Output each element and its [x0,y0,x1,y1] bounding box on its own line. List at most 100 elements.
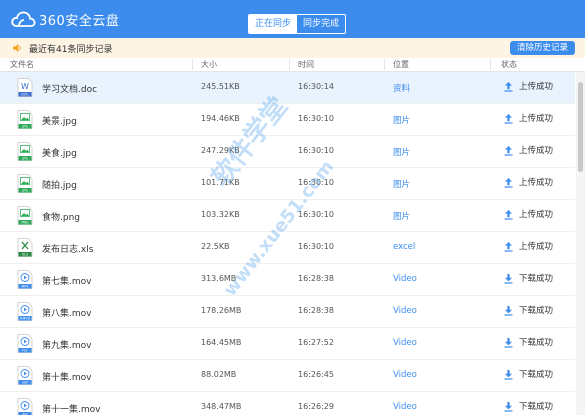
svg-text:JPG: JPG [21,125,28,129]
sync-status: 上传成功 [503,240,553,252]
download-icon [504,401,513,412]
sync-tabs: 正在同步 同步完成 [248,14,347,34]
app-name: 360安全云盘 [39,13,120,29]
file-location-link[interactable]: 图片 [393,210,410,222]
table-row[interactable]: JPG 随拍.jpg 101.71KB 16:30:10 图片 上传成功 [0,168,575,200]
column-header-name[interactable]: 文件名 [10,59,34,70]
status-text: 上传成功 [519,210,554,220]
sync-time: 16:30:10 [298,114,334,123]
file-name: 第十集.mov [42,373,92,383]
sync-status: 上传成功 [503,112,553,124]
file-name: 学习文档.doc [42,85,98,95]
file-size: 348.47MB [201,402,242,411]
sync-status: 上传成功 [503,176,553,188]
file-location-link[interactable]: 图片 [393,146,410,158]
sync-status: 下载成功 [503,272,553,284]
sync-time: 16:30:10 [298,210,334,219]
sync-time: 16:30:10 [298,146,334,155]
status-text: 下载成功 [519,274,554,284]
file-name: 食物.png [42,213,80,223]
table-row[interactable]: 3GP 第十集.mov 88.02MB 16:26:45 Video 下载成功 [0,360,575,392]
file-location-link[interactable]: excel [393,242,415,252]
scrollbar-thumb[interactable] [578,82,583,172]
file-size: 103.32KB [201,210,240,219]
file-location-link[interactable]: Video [393,306,417,316]
file-name: 发布日志.xls [42,245,94,255]
sync-status: 上传成功 [503,208,553,220]
download-icon [504,369,513,380]
img-file-icon: JPG [17,174,33,193]
clear-history-button[interactable]: 清除历史记录 [509,41,575,55]
column-divider [384,59,385,70]
status-text: 上传成功 [519,178,554,188]
file-size: 178.26MB [201,306,242,315]
download-icon [504,337,513,348]
table-header: 文件名 大小 时间 位置 状态 [0,58,585,72]
download-icon [504,273,513,284]
file-size: 313.6MB [201,274,237,283]
file-name: 第十一集.mov [42,405,101,415]
download-icon [504,305,513,316]
sync-time: 16:30:10 [298,178,334,187]
status-text: 下载成功 [519,306,554,316]
video-file-icon: FLV [17,334,33,353]
file-location-link[interactable]: Video [393,274,417,284]
sync-time: 16:27:52 [298,338,334,347]
file-name: 美景.jpg [42,117,77,127]
video-file-icon: MP4 [17,270,33,289]
scrollbar[interactable] [576,72,585,415]
cloud-logo-icon [11,11,36,27]
sync-time: 16:26:29 [298,402,334,411]
file-size: 245.51KB [201,82,240,91]
video-file-icon: AVI [17,398,33,415]
column-header-status[interactable]: 状态 [501,59,517,70]
column-divider [192,59,193,70]
app-logo: 360安全云盘 [10,9,119,29]
table-row[interactable]: PNG 食物.png 103.32KB 16:30:10 图片 上传成功 [0,200,575,232]
file-location-link[interactable]: 资料 [393,82,410,94]
upload-icon [504,113,513,124]
column-header-time[interactable]: 时间 [298,59,314,70]
table-row[interactable]: MP4 第七集.mov 313.6MB 16:28:38 Video 下载成功 [0,264,575,296]
svg-text:RMVB: RMVB [20,317,30,321]
video-file-icon: RMVB [17,302,33,321]
status-text: 下载成功 [519,402,554,412]
table-row[interactable]: AVI 第十一集.mov 348.47MB 16:26:29 Video 下载成功 [0,392,575,415]
svg-text:JPG: JPG [21,189,28,193]
file-location-link[interactable]: 图片 [393,178,410,190]
column-divider [289,59,290,70]
table-row[interactable]: JPG 美食.jpg 247.29KB 16:30:10 图片 上传成功 [0,136,575,168]
status-text: 上传成功 [519,114,554,124]
file-location-link[interactable]: Video [393,338,417,348]
status-text: 下载成功 [519,370,554,380]
file-location-link[interactable]: Video [393,402,417,412]
svg-text:JPG: JPG [21,157,28,161]
img-file-icon: JPG [17,142,33,161]
upload-icon [504,209,513,220]
column-header-size[interactable]: 大小 [201,59,217,70]
file-name: 第九集.mov [42,341,92,351]
status-text: 上传成功 [519,146,554,156]
tab-syncing[interactable]: 正在同步 [249,15,298,33]
file-size: 194.46KB [201,114,240,123]
table-row[interactable]: W DOC 学习文档.doc 245.51KB 16:30:14 资料 上传成功 [0,72,575,104]
column-header-location[interactable]: 位置 [393,59,409,70]
upload-icon [504,241,513,252]
upload-icon [504,145,513,156]
file-location-link[interactable]: 图片 [393,114,410,126]
table-row[interactable]: XLS 发布日志.xls 22.5KB 16:30:10 excel 上传成功 [0,232,575,264]
sync-status: 下载成功 [503,336,553,348]
table-row[interactable]: FLV 第九集.mov 164.45MB 16:27:52 Video 下载成功 [0,328,575,360]
file-location-link[interactable]: Video [393,370,417,380]
svg-text:FLV: FLV [22,349,28,353]
sync-time: 16:28:38 [298,306,334,315]
table-row[interactable]: RMVB 第八集.mov 178.26MB 16:28:38 Video 下载成功 [0,296,575,328]
tab-sync-complete[interactable]: 同步完成 [297,15,345,33]
table-row[interactable]: JPG 美景.jpg 194.46KB 16:30:10 图片 上传成功 [0,104,575,136]
sync-record-list: W DOC 学习文档.doc 245.51KB 16:30:14 资料 上传成功 JPG 美景.… [0,72,575,415]
svg-text:MP4: MP4 [22,285,29,289]
file-size: 101.71KB [201,178,240,187]
file-size: 22.5KB [201,242,230,251]
upload-icon [504,177,513,188]
img-file-icon: JPG [17,110,33,129]
